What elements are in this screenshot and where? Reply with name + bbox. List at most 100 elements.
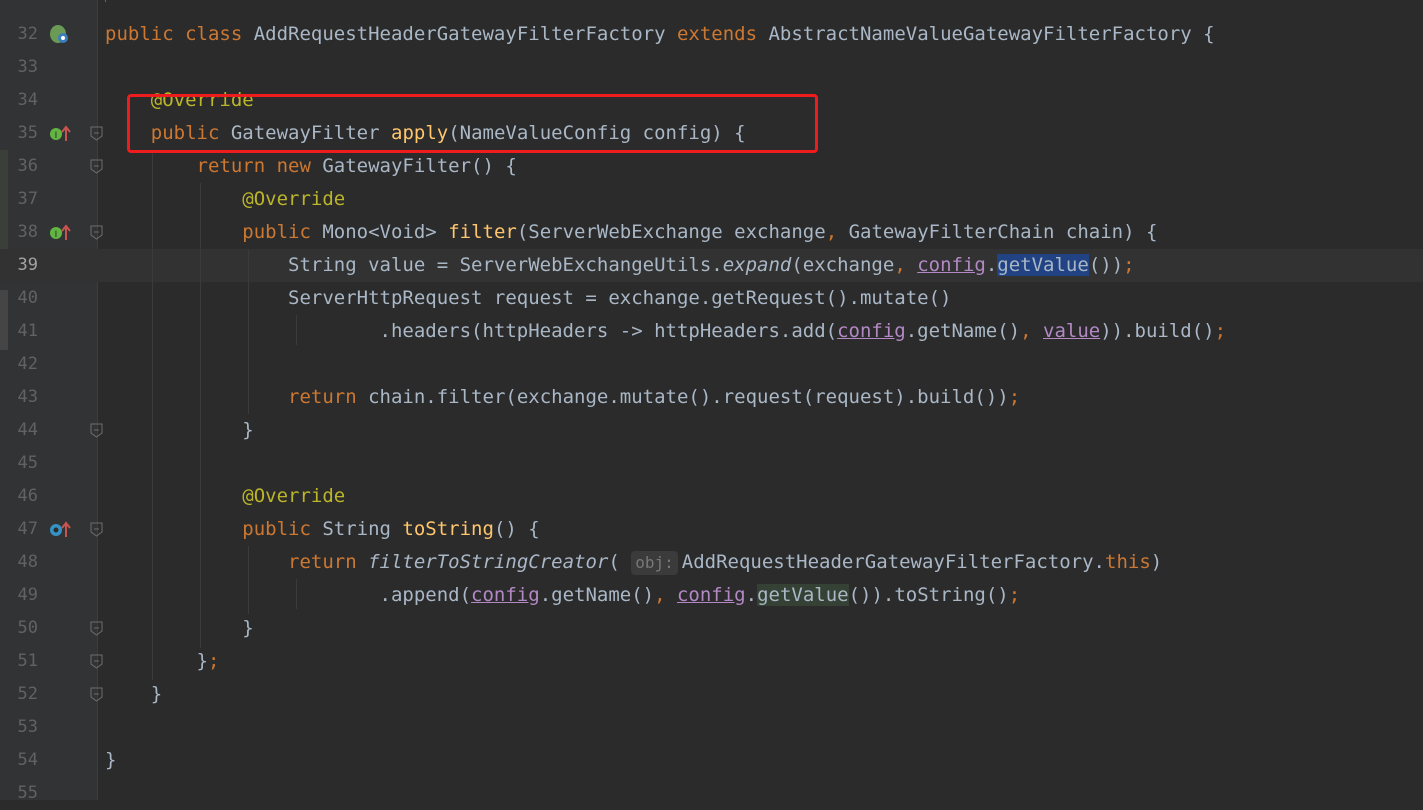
code-text[interactable]: }	[105, 744, 116, 777]
line-number[interactable]: 32	[0, 18, 38, 51]
code-token: Mono<Void>	[322, 221, 449, 243]
line-number[interactable]: 42	[0, 348, 38, 381]
code-text[interactable]: }	[105, 612, 254, 645]
code-text[interactable]: @Override	[105, 183, 345, 216]
line-number[interactable]: 53	[0, 711, 38, 744]
line-number[interactable]: 50	[0, 612, 38, 645]
spring-bean-icon[interactable]	[48, 24, 72, 50]
line-number[interactable]: 36	[0, 150, 38, 183]
line-number[interactable]: 48	[0, 546, 38, 579]
code-token: ;	[1008, 584, 1021, 606]
code-line[interactable]: 38 I public Mono<Void> filter(ServerWebEx…	[0, 216, 1423, 249]
line-number[interactable]: 45	[0, 447, 38, 480]
code-line[interactable]: 51 };	[0, 645, 1423, 678]
indent-guide	[200, 183, 201, 648]
code-text[interactable]: }	[105, 414, 254, 447]
line-number[interactable]: 40	[0, 282, 38, 315]
code-line[interactable]: 49 .append(config.getName(), config.getV…	[0, 579, 1423, 612]
fold-marker-icon[interactable]	[90, 621, 103, 636]
overrides-method-icon[interactable]	[48, 519, 72, 545]
code-line[interactable]: 32 public class AddRequestHeaderGatewayFi…	[0, 18, 1423, 51]
code-text[interactable]: .append(config.getName(), config.getValu…	[105, 579, 1020, 612]
implements-override-icon[interactable]: I	[48, 222, 72, 248]
code-token: filterToStringCreator	[368, 551, 609, 573]
line-number[interactable]: 39	[0, 249, 38, 282]
code-token: ())	[1088, 254, 1124, 276]
code-token: extends	[676, 23, 769, 45]
code-token: filter	[448, 221, 517, 243]
line-number[interactable]: 37	[0, 183, 38, 216]
line-number[interactable]: 47	[0, 513, 38, 546]
code-text[interactable]: .headers(httpHeaders -> httpHeaders.add(…	[105, 315, 1227, 348]
code-text[interactable]: ServerHttpRequest request = exchange.get…	[105, 282, 951, 315]
code-line[interactable]: 55	[0, 777, 1423, 810]
fold-marker-icon[interactable]	[90, 687, 103, 702]
code-token: expand	[722, 254, 792, 276]
implements-override-icon[interactable]: I	[48, 123, 72, 149]
line-number[interactable]: 35	[0, 117, 38, 150]
code-line[interactable]: 52 }	[0, 678, 1423, 711]
line-number[interactable]: 54	[0, 744, 38, 777]
code-line[interactable]: 47 public String toString() {	[0, 513, 1423, 546]
code-line[interactable]: 42	[0, 348, 1423, 381]
line-number[interactable]: 51	[0, 645, 38, 678]
code-line[interactable]: 50 }	[0, 612, 1423, 645]
line-number[interactable]: 55	[0, 777, 38, 810]
code-line[interactable]: 41 .headers(httpHeaders -> httpHeaders.a…	[0, 315, 1423, 348]
code-token: @Override	[105, 485, 346, 507]
line-number[interactable]: 38	[0, 216, 38, 249]
fold-marker-icon[interactable]	[90, 159, 103, 174]
fold-marker-icon[interactable]	[90, 522, 103, 537]
code-text[interactable]: public String toString() {	[105, 513, 539, 546]
code-line[interactable]: 40 ServerHttpRequest request = exchange.…	[0, 282, 1423, 315]
indent-guide	[296, 315, 297, 345]
code-text[interactable]: };	[105, 645, 220, 678]
line-number[interactable]: 46	[0, 480, 38, 513]
code-line[interactable]: 39 String value = ServerWebExchangeUtils…	[0, 249, 1423, 282]
line-number[interactable]: 49	[0, 579, 38, 612]
code-token: ServerHttpRequest request = exchange.get…	[105, 287, 952, 309]
code-text[interactable]: public class AddRequestHeaderGatewayFilt…	[105, 18, 1215, 51]
code-token: ,	[654, 584, 677, 606]
code-token: ,	[825, 221, 849, 243]
code-line[interactable]: 44 }	[0, 414, 1423, 447]
code-token: config	[676, 584, 746, 606]
code-token: }	[105, 419, 254, 441]
code-token: ;	[1008, 386, 1021, 408]
code-text[interactable]: return new GatewayFilter() {	[105, 150, 517, 183]
code-text[interactable]: public Mono<Void> filter(ServerWebExchan…	[105, 216, 1157, 249]
code-text[interactable]: }	[105, 678, 162, 711]
code-text[interactable]: return chain.filter(exchange.mutate().re…	[105, 381, 1020, 414]
code-token: value	[1043, 320, 1101, 342]
code-token: }	[105, 617, 254, 639]
line-number[interactable]: 44	[0, 414, 38, 447]
code-token: GatewayFilter() {	[322, 155, 517, 177]
code-token: AddRequestHeaderGatewayFilterFactory	[253, 23, 677, 45]
code-line[interactable]: 36 return new GatewayFilter() {	[0, 150, 1423, 183]
code-line[interactable]: 48 return filterToStringCreator( obj: Add…	[0, 546, 1423, 579]
code-line[interactable]: 37 @Override	[0, 183, 1423, 216]
line-number[interactable]: 34	[0, 84, 38, 117]
line-number[interactable]: 33	[0, 51, 38, 84]
line-number[interactable]: 41	[0, 315, 38, 348]
svg-text:I: I	[55, 131, 58, 141]
code-line[interactable]: 53	[0, 711, 1423, 744]
code-text[interactable]: String value = ServerWebExchangeUtils.ex…	[105, 249, 1135, 282]
code-line[interactable]: 45	[0, 447, 1423, 480]
fold-marker-icon[interactable]	[90, 126, 103, 141]
fold-marker-icon[interactable]	[90, 225, 103, 240]
code-line[interactable]: 54}	[0, 744, 1423, 777]
line-number[interactable]: 52	[0, 678, 38, 711]
code-text[interactable]: @Override	[105, 480, 345, 513]
code-token: config	[837, 320, 906, 342]
code-token: }	[105, 749, 117, 771]
line-number[interactable]: 43	[0, 381, 38, 414]
svg-text:I: I	[55, 230, 58, 240]
fold-marker-icon[interactable]	[90, 654, 103, 669]
code-line[interactable]: 33	[0, 51, 1423, 84]
code-line[interactable]: 43 return chain.filter(exchange.mutate()…	[0, 381, 1423, 414]
code-line[interactable]: 46 @Override	[0, 480, 1423, 513]
code-editor[interactable]: 32 public class AddRequestHeaderGatewayFi…	[0, 0, 1423, 803]
code-text[interactable]: return filterToStringCreator( obj: AddReq…	[105, 546, 1162, 579]
fold-marker-icon[interactable]	[90, 423, 103, 438]
